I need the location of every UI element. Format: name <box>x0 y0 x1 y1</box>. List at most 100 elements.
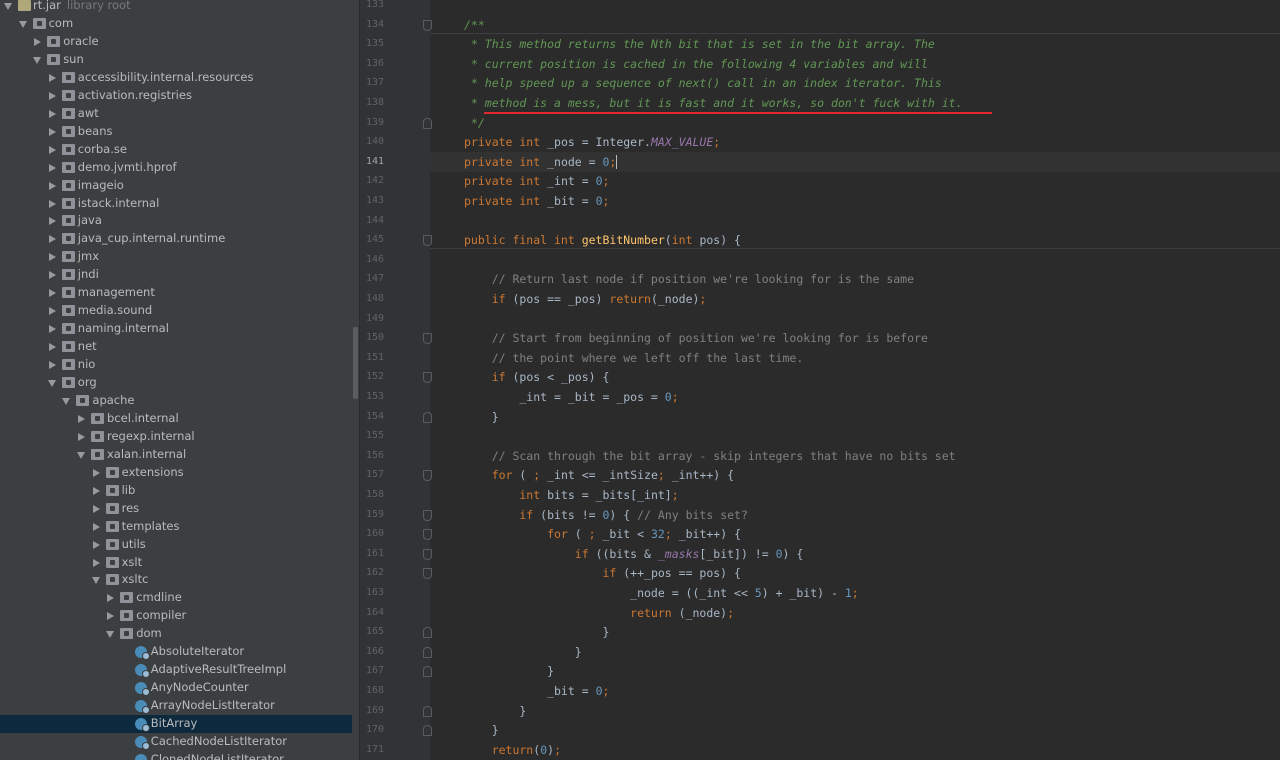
tree-item-org[interactable]: org <box>0 374 352 392</box>
chevron-right-icon[interactable] <box>48 289 56 298</box>
chevron-right-icon[interactable] <box>48 253 56 262</box>
code-line[interactable]: /** <box>464 15 485 35</box>
code-line[interactable]: * current position is cached in the foll… <box>464 54 928 74</box>
tree-item-jndi[interactable]: jndi <box>0 266 352 284</box>
tree-root-rt-jar[interactable]: rt.jar library root <box>0 0 352 15</box>
tree-item-adaptiveresulttreeimpl[interactable]: AdaptiveResultTreeImpl <box>0 661 352 679</box>
chevron-down-icon[interactable] <box>106 631 115 639</box>
tree-item-extensions[interactable]: extensions <box>0 464 352 482</box>
tree-item-templates[interactable]: templates <box>0 518 352 536</box>
code-line[interactable]: */ <box>464 113 485 133</box>
code-line[interactable]: } <box>464 622 609 642</box>
tree-item-nio[interactable]: nio <box>0 356 352 374</box>
chevron-right-icon[interactable] <box>48 91 56 100</box>
chevron-right-icon[interactable] <box>48 163 56 172</box>
chevron-right-icon[interactable] <box>48 109 56 118</box>
code-line[interactable]: if ((bits & _masks[_bit]) != 0) { <box>464 544 804 564</box>
code-line[interactable]: if (pos == _pos) return(_node); <box>464 289 707 309</box>
chevron-right-icon[interactable] <box>48 145 56 154</box>
fold-marker-icon[interactable] <box>423 568 432 580</box>
code-line[interactable]: if (++_pos == pos) { <box>464 563 740 583</box>
fold-marker-icon[interactable] <box>423 705 432 717</box>
tree-item-management[interactable]: management <box>0 284 352 302</box>
tree-item-beans[interactable]: beans <box>0 123 352 141</box>
tree-item-xslt[interactable]: xslt <box>0 554 352 572</box>
chevron-right-icon[interactable] <box>48 343 56 352</box>
chevron-right-icon[interactable] <box>48 235 56 244</box>
fold-marker-icon[interactable] <box>423 117 432 129</box>
chevron-right-icon[interactable] <box>48 271 56 280</box>
fold-marker-icon[interactable] <box>423 411 432 423</box>
chevron-right-icon[interactable] <box>48 307 56 316</box>
chevron-right-icon[interactable] <box>92 468 100 477</box>
tree-item-utils[interactable]: utils <box>0 536 352 554</box>
chevron-right-icon[interactable] <box>48 127 56 136</box>
editor-gutter[interactable]: 133 134 135 136 137 138 139 140 141 142 143 144 145 1… <box>360 0 432 760</box>
code-line[interactable]: private int _pos = Integer.MAX_VALUE; <box>464 132 720 152</box>
tree-item-media-sound[interactable]: media.sound <box>0 302 352 320</box>
chevron-down-icon[interactable] <box>33 56 42 64</box>
fold-marker-icon[interactable] <box>423 333 432 345</box>
fold-marker-icon[interactable] <box>423 646 432 658</box>
chevron-down-icon[interactable] <box>62 397 71 405</box>
chevron-right-icon[interactable] <box>48 361 56 370</box>
code-line[interactable]: _int = _bit = _pos = 0; <box>464 387 678 407</box>
tree-item-net[interactable]: net <box>0 338 352 356</box>
tree-item-imageio[interactable]: imageio <box>0 177 352 195</box>
tree-item-dom[interactable]: dom <box>0 625 352 643</box>
code-editor[interactable]: 133 134 135 136 137 138 139 140 141 142 143 144 145 1… <box>360 0 1280 760</box>
chevron-right-icon[interactable] <box>34 37 42 46</box>
chevron-right-icon[interactable] <box>78 432 85 441</box>
code-line[interactable]: * This method returns the Nth bit that i… <box>464 34 935 54</box>
code-line[interactable]: private int _int = 0; <box>464 171 609 191</box>
tree-item-awt[interactable]: awt <box>0 105 352 123</box>
tree-item-xalan-internal[interactable]: xalan.internal <box>0 446 352 464</box>
tree-item-xsltc[interactable]: xsltc <box>0 571 352 589</box>
code-line[interactable]: int bits = _bits[_int]; <box>464 485 678 505</box>
chevron-right-icon[interactable] <box>92 504 100 513</box>
tree-item-com[interactable]: com <box>0 15 352 33</box>
code-line[interactable]: // Start from beginning of position we'r… <box>464 328 928 348</box>
code-line[interactable]: } <box>464 407 499 427</box>
tree-item-clonednodelistiterator[interactable]: ClonedNodeListIterator <box>0 751 352 760</box>
tree-item-jmx[interactable]: jmx <box>0 248 352 266</box>
chevron-right-icon[interactable] <box>92 558 100 567</box>
code-line[interactable]: } <box>464 642 582 662</box>
tree-item-java[interactable]: java <box>0 212 352 230</box>
tree-item-java-cup-internal-runtime[interactable]: java_cup.internal.runtime <box>0 230 352 248</box>
code-line[interactable]: _bit = 0; <box>464 681 609 701</box>
tree-item-demo-jvmti-hprof[interactable]: demo.jvmti.hprof <box>0 159 352 177</box>
code-line[interactable]: for ( ; _bit < 32; _bit++) { <box>464 524 741 544</box>
tree-item-arraynodelistiterator[interactable]: ArrayNodeListIterator <box>0 697 352 715</box>
tree-item-bitarray[interactable]: BitArray <box>0 715 352 734</box>
chevron-right-icon[interactable] <box>48 217 56 226</box>
chevron-right-icon[interactable] <box>92 486 100 495</box>
chevron-right-icon[interactable] <box>48 73 56 82</box>
chevron-down-icon[interactable] <box>91 577 100 585</box>
fold-marker-icon[interactable] <box>423 372 432 384</box>
code-line[interactable]: } <box>464 720 499 740</box>
fold-marker-icon[interactable] <box>423 548 432 560</box>
code-line[interactable]: return (_node); <box>464 603 734 623</box>
chevron-down-icon[interactable] <box>4 3 12 10</box>
code-line[interactable]: // Scan through the bit array - skip int… <box>464 446 956 466</box>
code-line[interactable]: * method is a mess, but it is fast and i… <box>464 93 963 113</box>
tree-item-corba-se[interactable]: corba.se <box>0 141 352 159</box>
chevron-right-icon[interactable] <box>78 414 85 423</box>
tree-item-cmdline[interactable]: cmdline <box>0 589 352 607</box>
code-line[interactable]: * help speed up a sequence of next() cal… <box>464 73 942 93</box>
tree-item-sun[interactable]: sun <box>0 51 352 69</box>
code-line[interactable]: // Return last node if position we're lo… <box>464 269 914 289</box>
code-line[interactable]: _node = ((_int << 5) + _bit) - 1; <box>464 583 859 603</box>
chevron-down-icon[interactable] <box>47 380 56 387</box>
tree-scrollbar-thumb[interactable] <box>353 327 358 399</box>
chevron-right-icon[interactable] <box>48 199 56 208</box>
tree-item-accessibility-internal-resources[interactable]: accessibility.internal.resources <box>0 69 352 87</box>
tree-item-istack-internal[interactable]: istack.internal <box>0 195 352 213</box>
code-line[interactable]: } <box>464 701 526 721</box>
tree-item-lib[interactable]: lib <box>0 482 352 500</box>
tree-item-apache[interactable]: apache <box>0 392 352 410</box>
fold-marker-icon[interactable] <box>423 509 432 521</box>
chevron-down-icon[interactable] <box>18 21 27 28</box>
chevron-right-icon[interactable] <box>92 522 100 531</box>
